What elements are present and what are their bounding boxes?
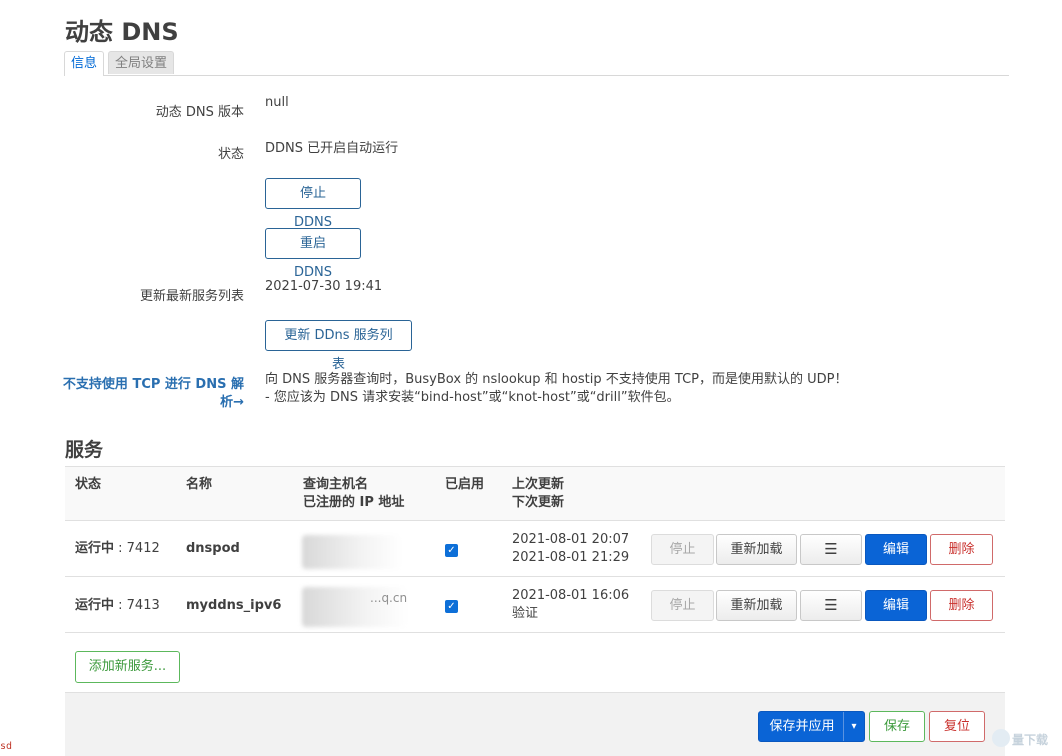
row-reload-button[interactable]: 重新加载 [716,534,797,565]
save-button[interactable]: 保存 [869,711,925,742]
tab-info[interactable]: 信息 [64,51,104,76]
row-delete-button[interactable]: 删除 [930,590,993,621]
row-host-fragment: ...q.cn [370,591,408,605]
row-next-update: 验证 [512,606,539,621]
row-stop-button[interactable]: 停止 [651,590,714,621]
status-label: 状态 [217,147,244,162]
row-enabled-checkbox[interactable]: ✓ [445,544,458,557]
row-updates: 2021-08-01 20:07 2021-08-01 21:29 [512,531,629,567]
row-status: 运行中 : 7412 [75,540,160,558]
row-updates: 2021-08-01 16:06 验证 [512,587,629,623]
row-next-update: 2021-08-01 21:29 [512,550,630,565]
row-name: dnspod [186,540,240,558]
header-update: 上次更新 下次更新 [512,476,564,512]
table-row: 运行中 : 7413 myddns_ipv6 ...q.cn ✓ 2021-08… [65,577,1005,633]
header-update-line1: 上次更新 [512,477,565,492]
save-apply-button[interactable]: 保存并应用 ▾ [758,711,865,742]
reset-button[interactable]: 复位 [929,711,985,742]
chevron-down-icon[interactable]: ▾ [843,712,864,741]
header-update-line2: 下次更新 [512,495,565,510]
row-name-text: dnspod [186,541,240,556]
update-list-label: 更新最新服务列表 [139,289,244,304]
row-edit-button[interactable]: 编辑 [865,590,927,621]
row-host-redacted [302,535,402,569]
row-name: myddns_ipv6 [186,597,281,615]
row-delete-button[interactable]: 删除 [930,534,993,565]
table-row: 运行中 : 7412 dnspod ✓ 2021-08-01 20:07 202… [65,521,1005,577]
row-log-menu-icon[interactable]: ☰ [800,590,862,621]
header-host: 查询主机名 已注册的 IP 地址 [303,476,404,512]
tcp-warning-line2: - 您应该为 DNS 请求安装“bind-host”或“knot-host”或“… [265,390,680,405]
row-last-update: 2021-08-01 16:06 [512,588,630,603]
restart-ddns-button[interactable]: 重启 DDNS [265,228,361,280]
save-apply-label: 保存并应用 [769,719,835,734]
header-host-line1: 查询主机名 [303,477,369,492]
version-label: 动态 DNS 版本 [155,105,244,120]
row-stop-button[interactable]: 停止 [651,534,714,565]
header-enabled: 已启用 [445,477,485,492]
row-status-label: 运行中 [75,541,115,556]
tcp-warning-line1: 向 DNS 服务器查询时，BusyBox 的 nslookup 和 hostip… [265,372,848,387]
add-service-button[interactable]: 添加新服务... [75,651,180,683]
tab-bar: 信息 全局设置 [64,51,1009,76]
status-value: DDNS 已开启自动运行 [265,141,399,156]
watermark-logo-icon [992,729,1010,747]
row-log-menu-icon[interactable]: ☰ [800,534,862,565]
corner-text: sd [0,741,13,752]
stop-ddns-button[interactable]: 停止 DDNS [265,178,361,230]
row-status-pid: : 7413 [114,598,160,613]
update-list-value: 2021-07-30 19:41 [265,279,383,294]
tab-global-settings[interactable]: 全局设置 [108,51,174,74]
header-host-line2: 已注册的 IP 地址 [303,495,405,510]
row-name-text: myddns_ipv6 [186,598,282,613]
watermark: 量下载 [990,725,1060,753]
version-value: null [265,95,289,110]
services-section-title: 服务 [65,439,104,461]
update-service-list-button[interactable]: 更新 DDns 服务列表 [265,320,412,372]
row-last-update: 2021-08-01 20:07 [512,532,630,547]
table-header: 状态 名称 查询主机名 已注册的 IP 地址 已启用 上次更新 下次更新 [65,466,1005,521]
row-status-pid: : 7412 [114,541,160,556]
row-status-label: 运行中 [75,598,115,613]
page-title: 动态 DNS [65,18,179,46]
header-name: 名称 [186,477,213,492]
row-reload-button[interactable]: 重新加载 [716,590,797,621]
watermark-text: 量下载 [1012,733,1049,747]
tcp-warning-text: 向 DNS 服务器查询时，BusyBox 的 nslookup 和 hostip… [265,371,848,407]
row-enabled-checkbox[interactable]: ✓ [445,600,458,613]
header-status: 状态 [75,477,102,492]
row-status: 运行中 : 7413 [75,597,160,615]
row-edit-button[interactable]: 编辑 [865,534,927,565]
tcp-warning-link[interactable]: 不支持使用 TCP 进行 DNS 解析→ [54,376,244,412]
